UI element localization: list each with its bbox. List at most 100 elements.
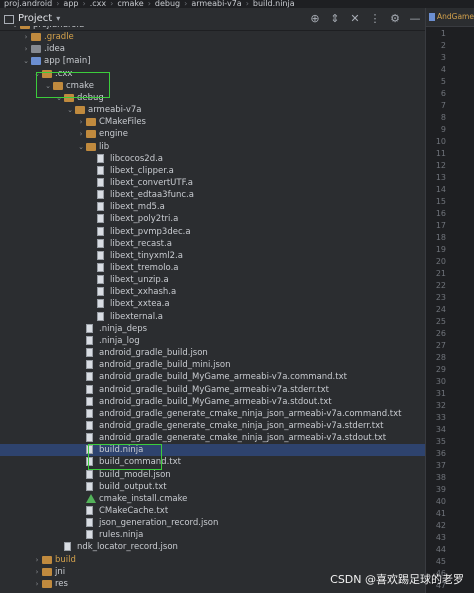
tree-row[interactable]: rules.ninja	[0, 529, 425, 541]
breadcrumb-item[interactable]: build.ninja	[249, 0, 299, 8]
tree-row[interactable]: libext_md5.a	[0, 201, 425, 213]
tree-row[interactable]: CMakeCache.txt	[0, 505, 425, 517]
chevron-right-icon[interactable]: ›	[33, 566, 41, 578]
tree-row-label: libext_pvmp3dec.a	[110, 226, 191, 237]
expand-all-icon[interactable]: ⇕	[329, 12, 341, 26]
file-icon	[86, 457, 93, 467]
chevron-right-icon[interactable]: ›	[77, 116, 85, 128]
file-icon	[86, 372, 93, 382]
tree-row[interactable]: ⌄ .cxx	[0, 68, 425, 80]
line-number: 18	[435, 233, 446, 242]
breadcrumb-item[interactable]: cmake	[113, 0, 147, 8]
line-number: 8	[440, 113, 446, 122]
tree-row[interactable]: ⌄ armeabi-v7a	[0, 104, 425, 116]
breadcrumb-item[interactable]: app	[59, 0, 82, 8]
line-number: 5	[440, 77, 446, 86]
tree-row-label: CMakeCache.txt	[99, 506, 169, 516]
breadcrumb-item[interactable]: debug	[151, 0, 184, 8]
folder-icon	[86, 118, 96, 127]
tree-row[interactable]: ⌄ debug	[0, 92, 425, 104]
chevron-down-icon[interactable]: ⌄	[77, 141, 85, 153]
chevron-right-icon[interactable]: ›	[22, 43, 30, 55]
tree-row[interactable]: libext_tinyxml2.a	[0, 250, 425, 262]
tree-row[interactable]: › .gradle	[0, 31, 425, 43]
tree-row[interactable]: ⌄ cmake	[0, 80, 425, 92]
tree-row-label: libext_xxtea.a	[110, 299, 170, 310]
tree-row[interactable]: libcocos2d.a	[0, 153, 425, 165]
tree-row[interactable]: ⌄ lib	[0, 141, 425, 153]
tree-row[interactable]: libext_recast.a	[0, 238, 425, 250]
chevron-down-icon[interactable]: ⌄	[44, 80, 52, 92]
tree-row[interactable]: cmake_install.cmake	[0, 493, 425, 505]
tree-row[interactable]: build.ninja	[0, 444, 425, 457]
tree-row[interactable]: libext_edtaa3func.a	[0, 189, 425, 201]
tree-row[interactable]: libext_xxtea.a	[0, 298, 425, 310]
line-number: 35	[435, 437, 446, 446]
file-icon	[97, 226, 104, 236]
tree-row-label: libext_convertUTF.a	[110, 177, 194, 188]
line-number: 43	[435, 533, 446, 542]
tree-row[interactable]: libext_unzip.a	[0, 274, 425, 286]
tree-row-label: engine	[99, 129, 128, 140]
chevron-right-icon[interactable]: ›	[22, 31, 30, 43]
breadcrumb-item[interactable]: .cxx	[86, 0, 110, 8]
tree-row[interactable]: android_gradle_build.json	[0, 347, 425, 359]
tree-row[interactable]: .ninja_log	[0, 335, 425, 347]
watermark: CSDN @喜欢踢足球的老罗	[330, 573, 464, 586]
tree-row[interactable]: android_gradle_generate_cmake_ninja_json…	[0, 420, 425, 432]
tree-row[interactable]: build_output.txt	[0, 481, 425, 493]
tree-row-label: android_gradle_build.json	[99, 348, 208, 359]
gear-icon[interactable]: ⚙	[389, 12, 401, 26]
breadcrumb-item[interactable]: proj.android	[0, 0, 56, 8]
line-number: 40	[435, 497, 446, 506]
tree-row[interactable]: android_gradle_build_MyGame_armeabi-v7a.…	[0, 396, 425, 408]
tree-row-label: libext_tremolo.a	[110, 263, 179, 273]
more-options-icon[interactable]: ⋮	[369, 12, 381, 26]
tree-row[interactable]: libext_poly2tri.a	[0, 213, 425, 225]
folder-icon	[64, 93, 74, 102]
file-icon	[97, 299, 104, 309]
tree-row[interactable]: android_gradle_build_MyGame_armeabi-v7a.…	[0, 384, 425, 396]
chevron-down-icon[interactable]: ⌄	[33, 68, 41, 80]
tree-row[interactable]: json_generation_record.json	[0, 517, 425, 529]
tree-row[interactable]: build_model.json	[0, 469, 425, 481]
chevron-right-icon[interactable]: ›	[33, 578, 41, 590]
chevron-down-icon: ▾	[56, 14, 61, 23]
tree-row[interactable]: android_gradle_generate_cmake_ninja_json…	[0, 432, 425, 444]
hide-icon[interactable]: —	[409, 12, 421, 26]
collapse-all-icon[interactable]: ✕	[349, 12, 361, 26]
file-icon	[97, 250, 104, 260]
line-number: 31	[435, 389, 446, 398]
locate-icon[interactable]: ⊕	[309, 12, 321, 26]
file-icon	[97, 177, 104, 187]
tree-row[interactable]: build_command.txt	[0, 456, 425, 468]
file-icon	[86, 360, 93, 370]
tree-row[interactable]: libext_clipper.a	[0, 165, 425, 177]
chevron-down-icon[interactable]: ⌄	[22, 55, 30, 67]
tree-row[interactable]: › build	[0, 554, 425, 566]
tree-row[interactable]: libext_xxhash.a	[0, 286, 425, 298]
chevron-right-icon[interactable]: ›	[77, 128, 85, 140]
tree-row[interactable]: › engine	[0, 128, 425, 140]
breadcrumb-item[interactable]: armeabi-v7a	[187, 0, 245, 8]
tree-row[interactable]: android_gradle_build_mini.json	[0, 359, 425, 371]
tree-row[interactable]: libext_pvmp3dec.a	[0, 226, 425, 238]
tree-row[interactable]: libext_tremolo.a	[0, 262, 425, 274]
tree-row[interactable]: android_gradle_build_MyGame_armeabi-v7a.…	[0, 371, 425, 383]
chevron-right-icon[interactable]: ›	[33, 554, 41, 566]
project-view-selector[interactable]: Project ▾	[4, 12, 60, 26]
tree-row[interactable]: ⌄ app [main]	[0, 55, 425, 67]
tree-row[interactable]: › CMakeFiles	[0, 116, 425, 128]
tree-row[interactable]: ndk_locator_record.json	[0, 541, 425, 553]
tree-row[interactable]: › .idea	[0, 43, 425, 55]
chevron-down-icon[interactable]: ⌄	[66, 104, 74, 116]
editor-tab[interactable]: AndGame	[426, 8, 474, 27]
chevron-down-icon[interactable]: ⌄	[55, 92, 63, 104]
tree-row[interactable]: libexternal.a	[0, 311, 425, 323]
tree-row-label: res	[55, 578, 68, 589]
tree-row[interactable]: android_gradle_generate_cmake_ninja_json…	[0, 408, 425, 420]
tree-row[interactable]: libext_convertUTF.a	[0, 177, 425, 189]
cmake-icon	[86, 493, 96, 503]
line-number: 9	[440, 125, 446, 134]
tree-row[interactable]: .ninja_deps	[0, 323, 425, 335]
